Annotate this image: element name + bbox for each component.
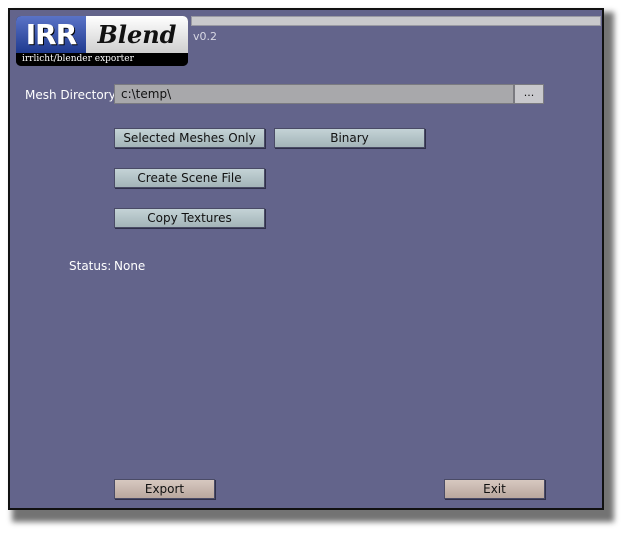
status-value: None (114, 259, 146, 273)
screen: IRR Blend irrlicht/blender exporter v0.2… (0, 0, 631, 534)
version-label: v0.2 (193, 30, 218, 43)
mesh-directory-label: Mesh Directory (25, 88, 116, 102)
header-bar (191, 16, 601, 26)
logo-subtitle: irrlicht/blender exporter (16, 53, 188, 66)
binary-toggle[interactable]: Binary (274, 128, 425, 148)
irrblend-logo: IRR Blend irrlicht/blender exporter (16, 16, 188, 66)
copy-textures-toggle[interactable]: Copy Textures (114, 208, 265, 228)
selected-meshes-only-toggle[interactable]: Selected Meshes Only (114, 128, 265, 148)
status-label: Status: (69, 259, 112, 273)
create-scene-file-toggle[interactable]: Create Scene File (114, 168, 265, 188)
browse-button[interactable]: ... (514, 84, 544, 104)
exporter-window: IRR Blend irrlicht/blender exporter v0.2… (8, 8, 604, 510)
logo-blend-text: Blend (86, 16, 188, 53)
logo-irr-text: IRR (16, 16, 86, 53)
mesh-directory-input[interactable]: c:\temp\ (114, 84, 514, 104)
export-button[interactable]: Export (114, 479, 215, 499)
exit-button[interactable]: Exit (444, 479, 545, 499)
